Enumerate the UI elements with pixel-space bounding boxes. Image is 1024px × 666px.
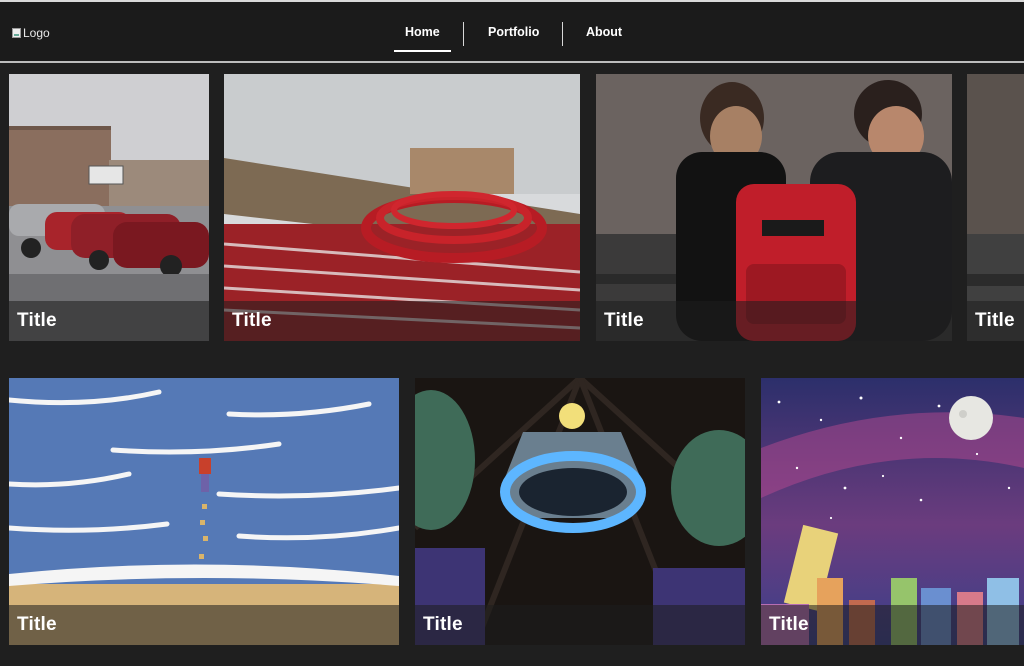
gallery-card[interactable]: Title bbox=[224, 74, 580, 341]
card-title: Title bbox=[17, 614, 57, 635]
nav-portfolio[interactable]: Portfolio bbox=[488, 25, 539, 39]
card-title: Title bbox=[17, 310, 57, 331]
card-title: Title bbox=[232, 310, 272, 331]
header-divider bbox=[0, 61, 1024, 63]
card-caption-bar bbox=[596, 301, 952, 341]
site-header: Logo Home Portfolio About bbox=[0, 2, 1024, 61]
card-title: Title bbox=[423, 614, 463, 635]
gallery-card[interactable]: Title bbox=[9, 378, 399, 645]
card-title: Title bbox=[604, 310, 644, 331]
gallery-card[interactable]: Title bbox=[9, 74, 209, 341]
logo[interactable]: Logo bbox=[12, 26, 50, 40]
gallery-card[interactable]: Title bbox=[967, 74, 1024, 341]
card-title: Title bbox=[975, 310, 1015, 331]
nav-active-indicator bbox=[394, 50, 451, 52]
nav-home[interactable]: Home bbox=[405, 25, 440, 39]
card-caption-bar bbox=[415, 605, 745, 645]
nav-about[interactable]: About bbox=[586, 25, 622, 39]
card-caption-bar bbox=[9, 605, 399, 645]
gallery-card[interactable]: Title bbox=[761, 378, 1024, 645]
gallery-card[interactable]: Title bbox=[596, 74, 952, 341]
gallery-card[interactable]: Title bbox=[415, 378, 745, 645]
logo-alt-text: Logo bbox=[23, 26, 50, 40]
card-title: Title bbox=[769, 614, 809, 635]
nav-divider bbox=[562, 22, 563, 46]
broken-image-icon bbox=[12, 28, 21, 38]
card-caption-bar bbox=[224, 301, 580, 341]
nav-divider bbox=[463, 22, 464, 46]
